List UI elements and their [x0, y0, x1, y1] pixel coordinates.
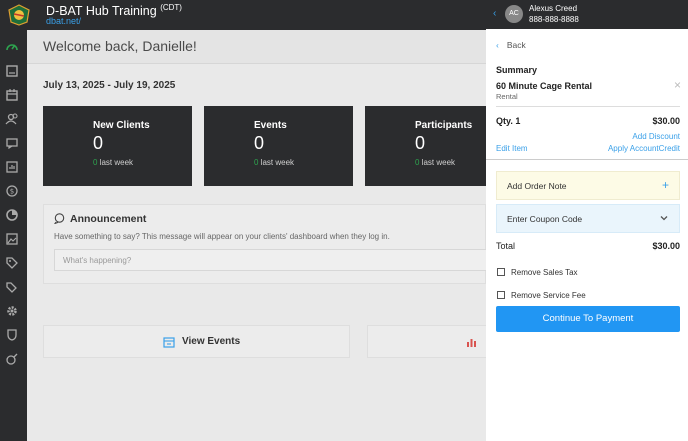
chevron-down-icon	[660, 216, 668, 221]
announcement-input[interactable]: What's happening?	[54, 249, 487, 271]
main-content: Welcome back, Danielle! July 13, 2025 - …	[27, 30, 514, 441]
coupon-code-dropdown[interactable]: Enter Coupon Code	[496, 204, 680, 233]
announcement-card: Announcement Have something to say? This…	[43, 204, 487, 284]
continue-to-payment-button[interactable]: Continue To Payment	[496, 306, 680, 332]
item-type: Rental	[496, 92, 518, 101]
remove-item-icon[interactable]: ×	[674, 78, 681, 92]
welcome-bar: Welcome back, Danielle!	[27, 30, 486, 64]
client-name: Alexus Creed	[529, 4, 578, 13]
chart-pie-icon[interactable]	[5, 208, 19, 222]
total-label: Total	[496, 241, 516, 251]
sidebar: $	[0, 30, 27, 441]
divider	[496, 106, 680, 107]
dashboard-icon[interactable]	[5, 40, 19, 54]
tag-icon[interactable]	[5, 256, 19, 270]
item-price: $30.00	[652, 116, 680, 126]
image-icon[interactable]	[5, 232, 19, 246]
summary-heading: Summary	[496, 65, 538, 75]
stat-card-events[interactable]: Events 0 0 last week	[204, 106, 353, 186]
stat-value: 0	[254, 133, 265, 153]
reports-button[interactable]	[367, 325, 497, 358]
svg-text:$: $	[10, 188, 14, 196]
plus-icon: +	[661, 178, 669, 192]
calendar-icon	[163, 337, 175, 348]
brand-url-link[interactable]: dbat.net/	[46, 16, 81, 26]
book-icon[interactable]	[5, 64, 19, 78]
view-events-button[interactable]: View Events	[43, 325, 350, 358]
chat-bubble-icon	[54, 213, 65, 224]
report-icon[interactable]	[5, 160, 19, 174]
stat-last-week: 0 last week	[254, 158, 295, 167]
launch-icon[interactable]	[5, 352, 19, 366]
avatar[interactable]: AC	[505, 5, 523, 23]
stat-last-week: 0 last week	[415, 158, 456, 167]
remove-service-fee-checkbox[interactable]	[497, 291, 505, 299]
add-discount-link[interactable]: Add Discount	[632, 132, 680, 141]
stat-value: 0	[415, 133, 426, 153]
edit-item-link[interactable]: Edit Item	[496, 144, 528, 153]
divider	[486, 159, 688, 160]
item-quantity: Qty. 1	[496, 116, 521, 126]
remove-sales-tax-checkbox[interactable]	[497, 268, 505, 276]
stat-value: 0	[93, 133, 104, 153]
remove-service-fee-label: Remove Service Fee	[511, 291, 586, 300]
tags-icon[interactable]	[5, 280, 19, 294]
apply-account-credit-link[interactable]: Apply AccountCredit	[608, 144, 680, 153]
message-icon[interactable]	[5, 136, 19, 150]
chevron-left-icon: ‹	[496, 40, 499, 50]
stat-label: Events	[254, 120, 287, 131]
client-phone: 888-888-8888	[529, 15, 579, 24]
dollar-icon[interactable]: $	[5, 184, 19, 198]
stat-label: New Clients	[93, 120, 150, 131]
date-range: July 13, 2025 - July 19, 2025	[43, 80, 176, 91]
order-note-label: Add Order Note	[507, 181, 567, 191]
dbat-logo[interactable]	[7, 4, 31, 26]
users-icon[interactable]	[5, 112, 19, 126]
stat-label: Participants	[415, 120, 473, 131]
announcement-title: Announcement	[70, 213, 147, 225]
back-button[interactable]: ‹ Back	[496, 40, 526, 50]
stat-card-new-clients[interactable]: New Clients 0 0 last week	[43, 106, 192, 186]
welcome-heading: Welcome back, Danielle!	[43, 38, 197, 54]
coupon-label: Enter Coupon Code	[507, 214, 583, 224]
item-name: 60 Minute Cage Rental	[496, 81, 593, 91]
chevron-left-icon[interactable]: ‹	[493, 8, 496, 19]
stat-last-week: 0 last week	[93, 158, 134, 167]
bar-chart-icon	[467, 339, 476, 347]
view-events-label: View Events	[182, 336, 241, 347]
remove-sales-tax-label: Remove Sales Tax	[511, 268, 578, 277]
settings-icon[interactable]	[5, 304, 19, 318]
add-order-note-button[interactable]: Add Order Note +	[496, 171, 680, 200]
client-header: ‹ AC Alexus Creed 888-888-8888	[486, 0, 688, 29]
calendar-icon[interactable]	[5, 88, 19, 102]
checkout-panel: ‹ AC Alexus Creed 888-888-8888 ‹ Back Sum…	[486, 0, 688, 441]
total-amount: $30.00	[652, 241, 680, 251]
announcement-description: Have something to say? This message will…	[54, 232, 390, 241]
shield-icon[interactable]	[5, 328, 19, 342]
